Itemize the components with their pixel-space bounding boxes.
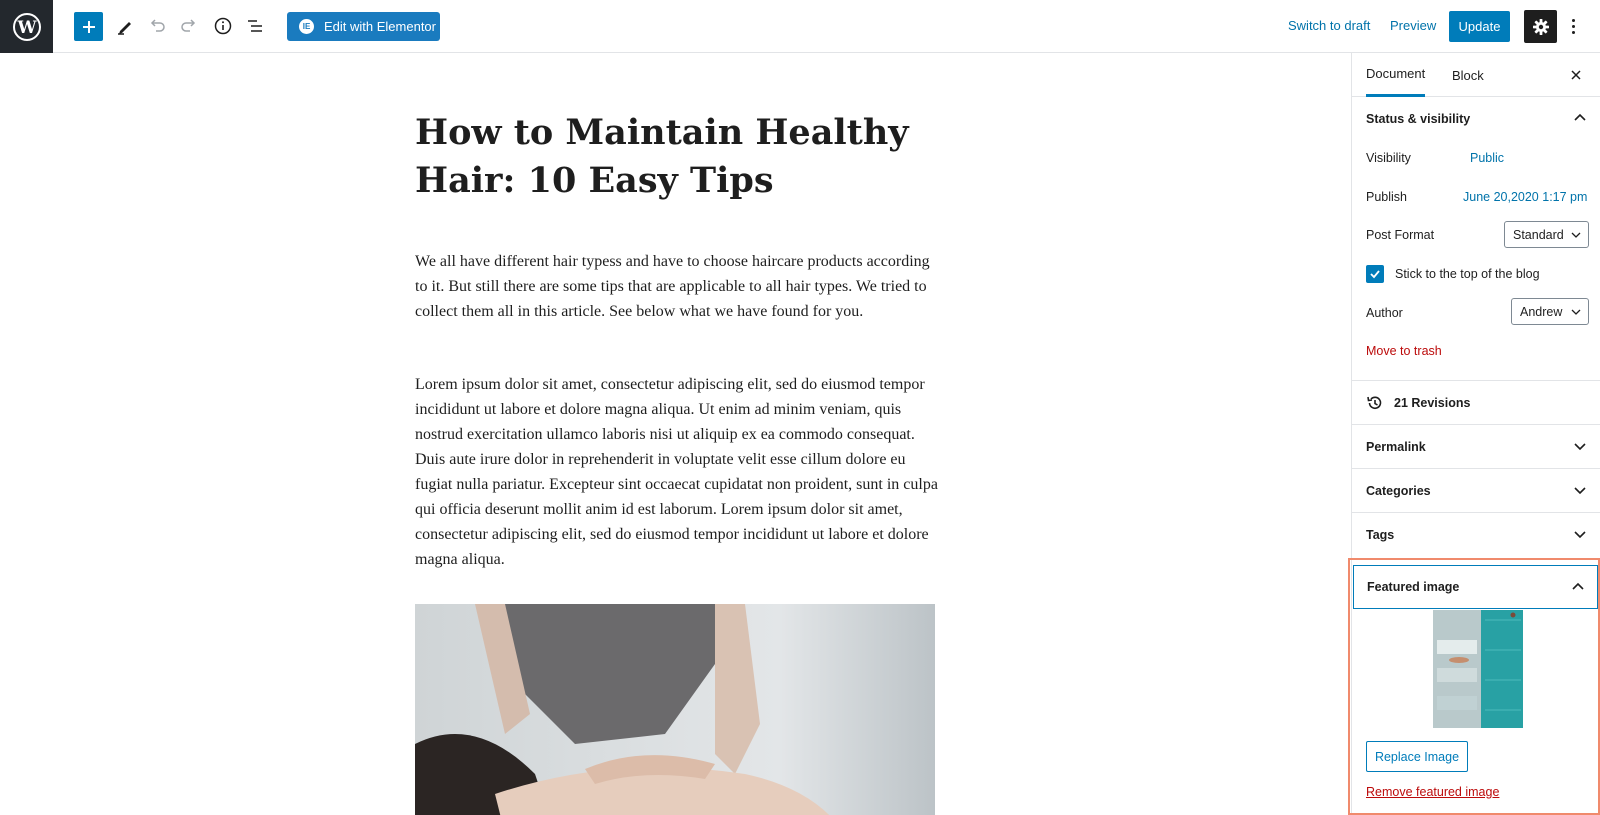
preview-link[interactable]: Preview xyxy=(1390,18,1436,33)
visibility-value-link[interactable]: Public xyxy=(1470,151,1504,165)
featured-image-heading: Featured image xyxy=(1367,580,1460,594)
close-sidebar-button[interactable] xyxy=(1566,65,1586,85)
chevron-down-icon xyxy=(1574,487,1586,495)
edit-with-elementor-button[interactable]: IE Edit with Elementor xyxy=(287,12,440,41)
permalink-panel-toggle[interactable]: Permalink xyxy=(1352,424,1600,468)
pencil-icon xyxy=(118,22,131,35)
revisions-label: 21 Revisions xyxy=(1394,395,1471,410)
author-value: Andrew xyxy=(1520,304,1563,319)
gear-icon xyxy=(1532,18,1549,35)
undo-icon xyxy=(150,19,165,32)
switch-to-draft-link[interactable]: Switch to draft xyxy=(1288,18,1370,33)
editor-toolbar: W IE Edit with Elementor Switch to draft… xyxy=(0,0,1600,53)
chevron-down-icon xyxy=(1574,531,1586,539)
list-view-icon xyxy=(248,20,262,32)
list-view-button[interactable] xyxy=(243,14,267,38)
edit-tools-button[interactable] xyxy=(113,14,137,38)
remove-featured-image-link[interactable]: Remove featured image xyxy=(1366,785,1499,799)
sidebar-tabs: Document Block xyxy=(1352,53,1600,97)
tab-block[interactable]: Block xyxy=(1452,53,1484,97)
categories-panel-toggle[interactable]: Categories xyxy=(1352,468,1600,512)
chevron-down-icon xyxy=(1571,309,1581,315)
tab-document[interactable]: Document xyxy=(1366,53,1426,97)
publish-label: Publish xyxy=(1366,190,1407,204)
wordpress-icon: W xyxy=(12,12,41,41)
author-label: Author xyxy=(1366,306,1403,320)
chevron-up-icon xyxy=(1574,113,1586,121)
more-options-button[interactable] xyxy=(1566,14,1580,38)
status-visibility-heading: Status & visibility xyxy=(1366,112,1471,126)
permalink-heading: Permalink xyxy=(1366,439,1426,454)
plus-icon xyxy=(82,20,95,33)
post-format-label: Post Format xyxy=(1366,228,1435,242)
chevron-down-icon xyxy=(1574,443,1586,451)
update-button[interactable]: Update xyxy=(1449,11,1510,42)
publish-date-link[interactable]: June 20,2020 1:17 pm xyxy=(1463,190,1587,204)
revisions-link[interactable]: 21 Revisions xyxy=(1352,380,1600,424)
tags-heading: Tags xyxy=(1366,527,1395,542)
chevron-down-icon xyxy=(1571,232,1581,238)
post-format-select[interactable]: Standard xyxy=(1504,221,1589,248)
pool-photo xyxy=(1433,610,1523,728)
featured-image-panel-toggle[interactable]: Featured image xyxy=(1353,565,1598,609)
replace-image-button[interactable]: Replace Image xyxy=(1366,741,1468,772)
content-info-button[interactable] xyxy=(211,14,235,38)
sticky-checkbox[interactable] xyxy=(1366,265,1384,283)
checkmark-icon xyxy=(1370,270,1380,279)
undo-button[interactable] xyxy=(145,14,169,38)
paragraph-block[interactable]: Lorem ipsum dolor sit amet, consectetur … xyxy=(415,372,940,572)
move-to-trash-link[interactable]: Move to trash xyxy=(1366,344,1442,358)
revisions-icon xyxy=(1367,396,1382,409)
redo-icon xyxy=(181,19,196,32)
more-options-dot xyxy=(1571,24,1575,28)
redo-button[interactable] xyxy=(177,14,201,38)
post-format-value: Standard xyxy=(1513,227,1564,242)
close-icon xyxy=(1571,70,1581,80)
tags-panel-toggle[interactable]: Tags xyxy=(1352,512,1600,556)
status-visibility-panel-toggle[interactable]: Status & visibility xyxy=(1352,97,1600,141)
elementor-button-label: Edit with Elementor xyxy=(324,19,436,34)
sticky-label: Stick to the top of the blog xyxy=(1395,267,1540,281)
author-select[interactable]: Andrew xyxy=(1511,298,1589,325)
editor-canvas: How to Maintain Healthy Hair: 10 Easy Ti… xyxy=(0,53,1351,815)
more-options-dot xyxy=(1571,18,1575,22)
featured-image-thumbnail[interactable] xyxy=(1433,610,1523,728)
image-block[interactable] xyxy=(415,604,935,815)
paragraph-block[interactable]: We all have different hair typess and ha… xyxy=(415,249,940,324)
settings-button[interactable] xyxy=(1524,10,1557,43)
massage-photo xyxy=(415,604,935,815)
elementor-icon: IE xyxy=(299,19,314,34)
svg-text:W: W xyxy=(16,18,37,38)
info-icon xyxy=(214,17,232,35)
more-options-dot xyxy=(1571,30,1575,34)
wordpress-logo[interactable]: W xyxy=(0,0,53,53)
visibility-label: Visibility xyxy=(1366,151,1411,165)
add-block-button[interactable] xyxy=(74,12,103,41)
categories-heading: Categories xyxy=(1366,483,1431,498)
chevron-up-icon xyxy=(1572,582,1584,590)
post-title[interactable]: How to Maintain Healthy Hair: 10 Easy Ti… xyxy=(415,109,935,205)
